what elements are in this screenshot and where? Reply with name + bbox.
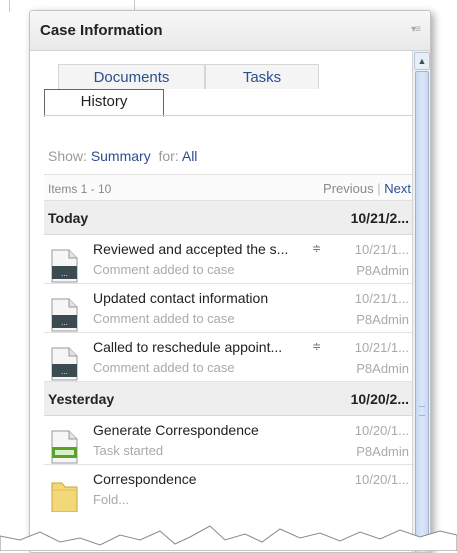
entry-date: 10/20/1... bbox=[354, 472, 409, 487]
entry-title: Correspondence bbox=[93, 471, 197, 487]
entry-date: 10/21/1... bbox=[354, 340, 409, 355]
entry-title: Reviewed and accepted the s... bbox=[93, 241, 289, 257]
tab-documents[interactable]: Documents bbox=[58, 64, 205, 89]
tab-tasks[interactable]: Tasks bbox=[205, 64, 319, 89]
show-label: Show: bbox=[48, 148, 87, 164]
entry-date: 10/20/1... bbox=[354, 423, 409, 438]
entry-date: 10/21/1... bbox=[354, 242, 409, 257]
tab-divider bbox=[44, 115, 413, 116]
history-entry[interactable]: ... Called to reschedule appoint... ≑ Co… bbox=[44, 333, 413, 382]
entry-user: P8Admin bbox=[356, 444, 409, 459]
history-entry[interactable]: Correspondence Fold... 10/20/1... bbox=[44, 465, 413, 512]
entry-user: P8Admin bbox=[356, 263, 409, 278]
document-icon: ... bbox=[51, 249, 78, 283]
task-document-icon bbox=[51, 430, 78, 464]
expand-icon[interactable]: ≑ bbox=[312, 340, 321, 353]
panel-content: Documents Tasks History Show: Summary fo… bbox=[30, 11, 413, 512]
items-count: Items 1 - 10 bbox=[48, 182, 112, 196]
entry-title: Called to reschedule appoint... bbox=[93, 339, 283, 355]
entry-title: Generate Correspondence bbox=[93, 422, 259, 438]
history-entry[interactable]: Generate Correspondence Task started 10/… bbox=[44, 416, 413, 465]
for-label: for: bbox=[158, 148, 179, 164]
next-link[interactable]: Next bbox=[384, 181, 411, 196]
entry-user: P8Admin bbox=[356, 312, 409, 327]
tab-history[interactable]: History bbox=[44, 89, 164, 117]
svg-text:...: ... bbox=[61, 319, 68, 327]
group-header-today[interactable]: Today 10/21/2... bbox=[44, 201, 413, 235]
entry-date: 10/21/1... bbox=[354, 291, 409, 306]
entry-subtitle: Task started bbox=[93, 443, 164, 458]
entry-subtitle: Comment added to case bbox=[93, 311, 235, 326]
group-date: 10/20/2... bbox=[350, 391, 409, 407]
pager-separator: | bbox=[377, 181, 381, 196]
document-icon: ... bbox=[51, 298, 78, 332]
background-frame-line bbox=[9, 0, 10, 12]
pagination-bar: Items 1 - 10 Previous | Next bbox=[44, 174, 413, 201]
expand-icon[interactable]: ≑ bbox=[312, 242, 321, 255]
case-information-panel: Case Information ▾≡ Documents Tasks Hist… bbox=[29, 10, 431, 553]
history-filter: Show: Summary for: All bbox=[48, 148, 197, 164]
group-label: Today bbox=[48, 210, 89, 226]
entry-subtitle: Comment added to case bbox=[93, 262, 235, 277]
entry-user: P8Admin bbox=[356, 361, 409, 376]
scroll-up-arrow-icon[interactable]: ▲ bbox=[414, 52, 430, 70]
vertical-scrollbar[interactable]: ▲ bbox=[412, 51, 430, 552]
svg-text:...: ... bbox=[61, 270, 68, 278]
folder-icon bbox=[51, 482, 78, 512]
scroll-grip-icon bbox=[419, 406, 425, 416]
for-all-link[interactable]: All bbox=[182, 148, 198, 164]
entry-subtitle: Fold... bbox=[93, 492, 130, 507]
svg-text:...: ... bbox=[61, 368, 68, 376]
group-label: Yesterday bbox=[48, 391, 115, 407]
previous-link[interactable]: Previous bbox=[323, 181, 374, 196]
history-entry[interactable]: ... Updated contact information Comment … bbox=[44, 284, 413, 333]
document-icon: ... bbox=[51, 347, 78, 381]
entry-subtitle: Comment added to case bbox=[93, 360, 235, 375]
torn-edge-decoration bbox=[0, 525, 457, 551]
show-summary-link[interactable]: Summary bbox=[91, 148, 151, 164]
entry-title: Updated contact information bbox=[93, 290, 269, 306]
group-date: 10/21/2... bbox=[350, 210, 409, 226]
pager: Previous | Next bbox=[323, 181, 411, 196]
history-entry[interactable]: ... Reviewed and accepted the s... ≑ Com… bbox=[44, 235, 413, 284]
scroll-thumb[interactable] bbox=[415, 71, 429, 552]
group-header-yesterday[interactable]: Yesterday 10/20/2... bbox=[44, 382, 413, 416]
